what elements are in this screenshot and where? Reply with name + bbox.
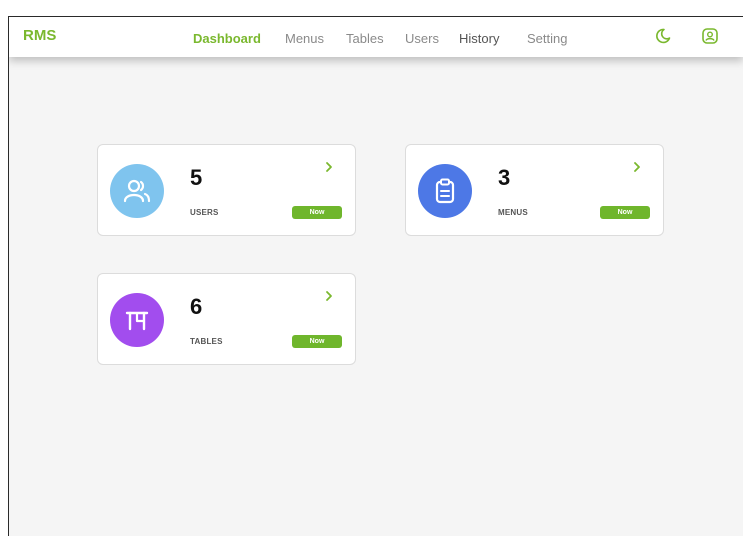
tables-count: 6 — [190, 294, 203, 319]
users-card[interactable]: 5 USERS Now — [97, 144, 356, 236]
users-icon-circle — [110, 164, 164, 218]
nav-users[interactable]: Users — [405, 31, 439, 46]
users-now-badge[interactable]: Now — [292, 206, 342, 219]
user-circle-icon[interactable] — [701, 27, 719, 45]
tables-card[interactable]: 6 TABLES Now — [97, 273, 356, 365]
users-count: 5 — [190, 165, 203, 190]
tables-label: TABLES — [190, 337, 223, 346]
nav-setting[interactable]: Setting — [527, 31, 567, 46]
tables-icon-circle — [110, 293, 164, 347]
users-icon — [123, 179, 151, 203]
nav-history[interactable]: History — [459, 31, 499, 46]
top-navbar: RMS Dashboard Menus Tables Users History… — [9, 17, 743, 57]
nav-dashboard[interactable]: Dashboard — [193, 31, 261, 46]
menus-now-badge[interactable]: Now — [600, 206, 650, 219]
nav-tables[interactable]: Tables — [346, 31, 384, 46]
nav-menus[interactable]: Menus — [285, 31, 324, 46]
brand-logo[interactable]: RMS — [23, 27, 56, 44]
chevron-right-icon[interactable] — [632, 161, 642, 173]
menus-label: MENUS — [498, 208, 528, 217]
users-label: USERS — [190, 208, 219, 217]
chevron-right-icon[interactable] — [324, 161, 334, 173]
chevron-right-icon[interactable] — [324, 290, 334, 302]
moon-icon[interactable] — [654, 27, 672, 45]
menus-card[interactable]: 3 MENUS Now — [405, 144, 664, 236]
table-icon — [125, 311, 149, 331]
clipboard-icon — [435, 178, 455, 204]
menus-count: 3 — [498, 165, 511, 190]
app-window: RMS Dashboard Menus Tables Users History… — [8, 16, 743, 536]
menus-icon-circle — [418, 164, 472, 218]
tables-now-badge[interactable]: Now — [292, 335, 342, 348]
